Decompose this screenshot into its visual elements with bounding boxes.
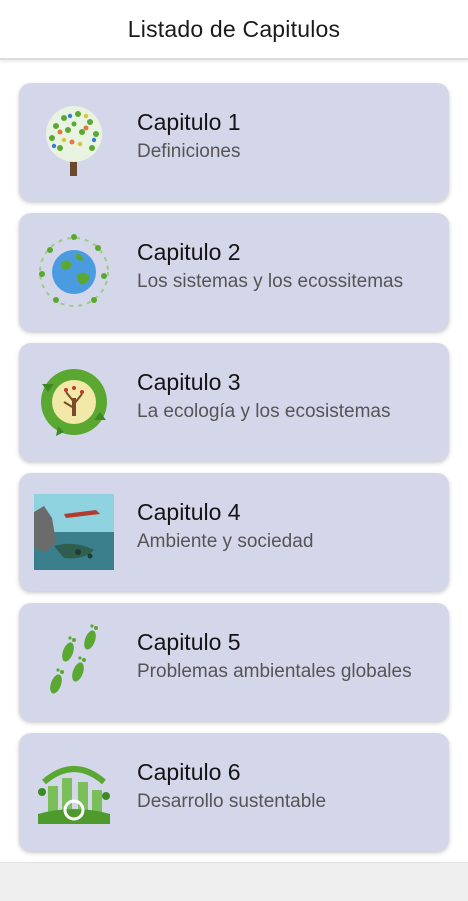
page-title: Listado de Capitulos	[127, 15, 341, 42]
chapter-card-6[interactable]: Capitulo 6 Desarrollo sustentable	[19, 733, 449, 851]
globe-ecosystem-icon	[33, 228, 115, 316]
chapter-title: Capitulo 2	[137, 239, 241, 265]
green-footprints-icon	[33, 618, 115, 706]
chapter-subtitle: La ecología y los ecosistemas	[137, 401, 391, 422]
chapter-card-1[interactable]: Capitulo 1 Definiciones	[19, 83, 449, 201]
chapter-card-4[interactable]: Capitulo 4 Ambiente y sociedad	[19, 473, 449, 591]
chapter-title: Capitulo 1	[137, 109, 241, 135]
chapter-subtitle: Definiciones	[137, 141, 241, 162]
chapter-title: Capitulo 4	[137, 499, 241, 525]
bottom-bar	[0, 862, 468, 901]
chapter-card-3[interactable]: Capitulo 3 La ecología y los ecosistemas	[19, 343, 449, 461]
recycle-tree-icon	[33, 358, 115, 446]
chapter-subtitle: Los sistemas y los ecossitemas	[137, 271, 404, 292]
app-bar: Listado de Capitulos	[0, 0, 468, 60]
chapter-list[interactable]: Capitulo 1 Definiciones Capitulo 2 Los s…	[0, 60, 468, 862]
chapter-subtitle: Problemas ambientales globales	[137, 661, 412, 682]
chapter-subtitle: Ambiente y sociedad	[137, 531, 314, 552]
chapter-title: Capitulo 5	[137, 629, 241, 655]
chapter-title: Capitulo 3	[137, 369, 241, 395]
chapter-card-2[interactable]: Capitulo 2 Los sistemas y los ecossitema…	[19, 213, 449, 331]
sustainable-city-icon	[33, 748, 115, 836]
chapter-card-5[interactable]: Capitulo 5 Problemas ambientales globale…	[19, 603, 449, 721]
polluted-coast-icon	[33, 488, 115, 576]
chapter-title: Capitulo 6	[137, 759, 241, 785]
chapter-subtitle: Desarrollo sustentable	[137, 791, 327, 812]
tree-icon	[33, 98, 115, 186]
